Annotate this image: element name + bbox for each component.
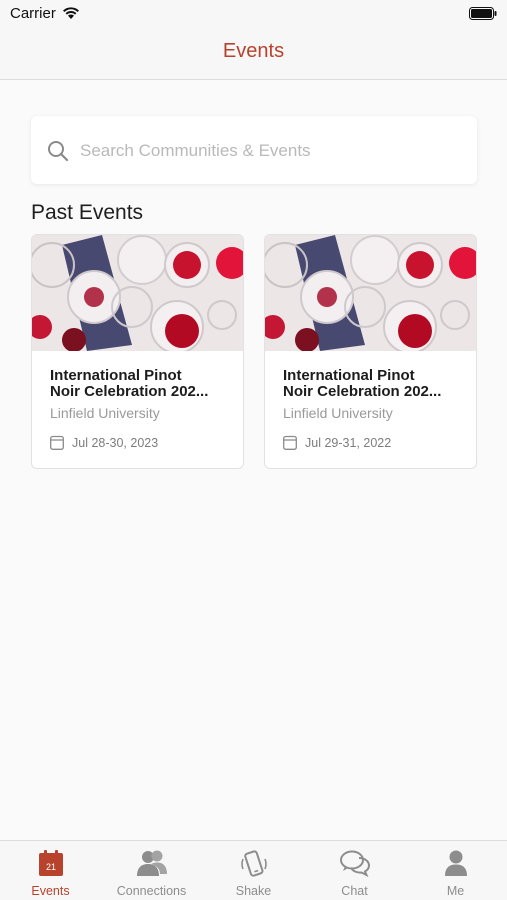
status-bar: Carrier — [0, 0, 507, 28]
event-title: International Pinot Noir Celebration 202… — [50, 368, 235, 400]
event-title-line: International Pinot — [283, 368, 415, 384]
shake-phone-icon — [240, 850, 267, 877]
chat-bubbles-icon — [339, 850, 370, 877]
event-title-line: Noir Celebration 202... — [283, 384, 442, 400]
tab-label: Connections — [116, 884, 187, 898]
tab-chat[interactable]: Chat — [304, 841, 405, 900]
tab-label: Me — [446, 884, 465, 898]
calendar-badge: 21 — [45, 862, 55, 872]
event-image — [265, 235, 476, 351]
tab-connections[interactable]: Connections — [101, 841, 202, 900]
tab-bar: 21 Events Connections Shake Chat Me — [0, 840, 507, 900]
tab-events[interactable]: 21 Events — [0, 841, 101, 900]
event-title-line: International Pinot — [50, 368, 182, 384]
wifi-icon — [63, 7, 79, 19]
event-image — [32, 235, 243, 351]
search-bar[interactable] — [31, 116, 477, 184]
tab-label: Shake — [235, 884, 272, 898]
event-venue: Linfield University — [283, 405, 393, 421]
event-card[interactable]: International Pinot Noir Celebration 202… — [31, 234, 244, 469]
tab-label: Events — [31, 884, 70, 898]
search-icon — [48, 141, 69, 162]
calendar-icon: 21 — [38, 850, 63, 876]
event-card[interactable]: International Pinot Noir Celebration 202… — [264, 234, 477, 469]
event-venue: Linfield University — [50, 405, 160, 421]
navigation-bar: Events — [0, 28, 507, 80]
carrier-label: Carrier — [10, 5, 56, 22]
event-date: Jul 29-31, 2022 — [305, 436, 392, 450]
tab-label: Chat — [341, 884, 368, 898]
search-input[interactable] — [80, 138, 460, 164]
person-icon — [444, 850, 467, 876]
tab-me[interactable]: Me — [405, 841, 506, 900]
tab-shake[interactable]: Shake — [203, 841, 304, 900]
calendar-icon — [283, 435, 297, 450]
event-title-line: Noir Celebration 202... — [50, 384, 209, 400]
event-title: International Pinot Noir Celebration 202… — [283, 368, 468, 400]
page-title: Events — [222, 40, 285, 62]
people-icon — [136, 850, 167, 876]
event-date: Jul 28-30, 2023 — [72, 436, 159, 450]
section-title-past-events: Past Events — [31, 201, 144, 224]
battery-icon — [469, 7, 497, 20]
calendar-icon — [50, 435, 64, 450]
